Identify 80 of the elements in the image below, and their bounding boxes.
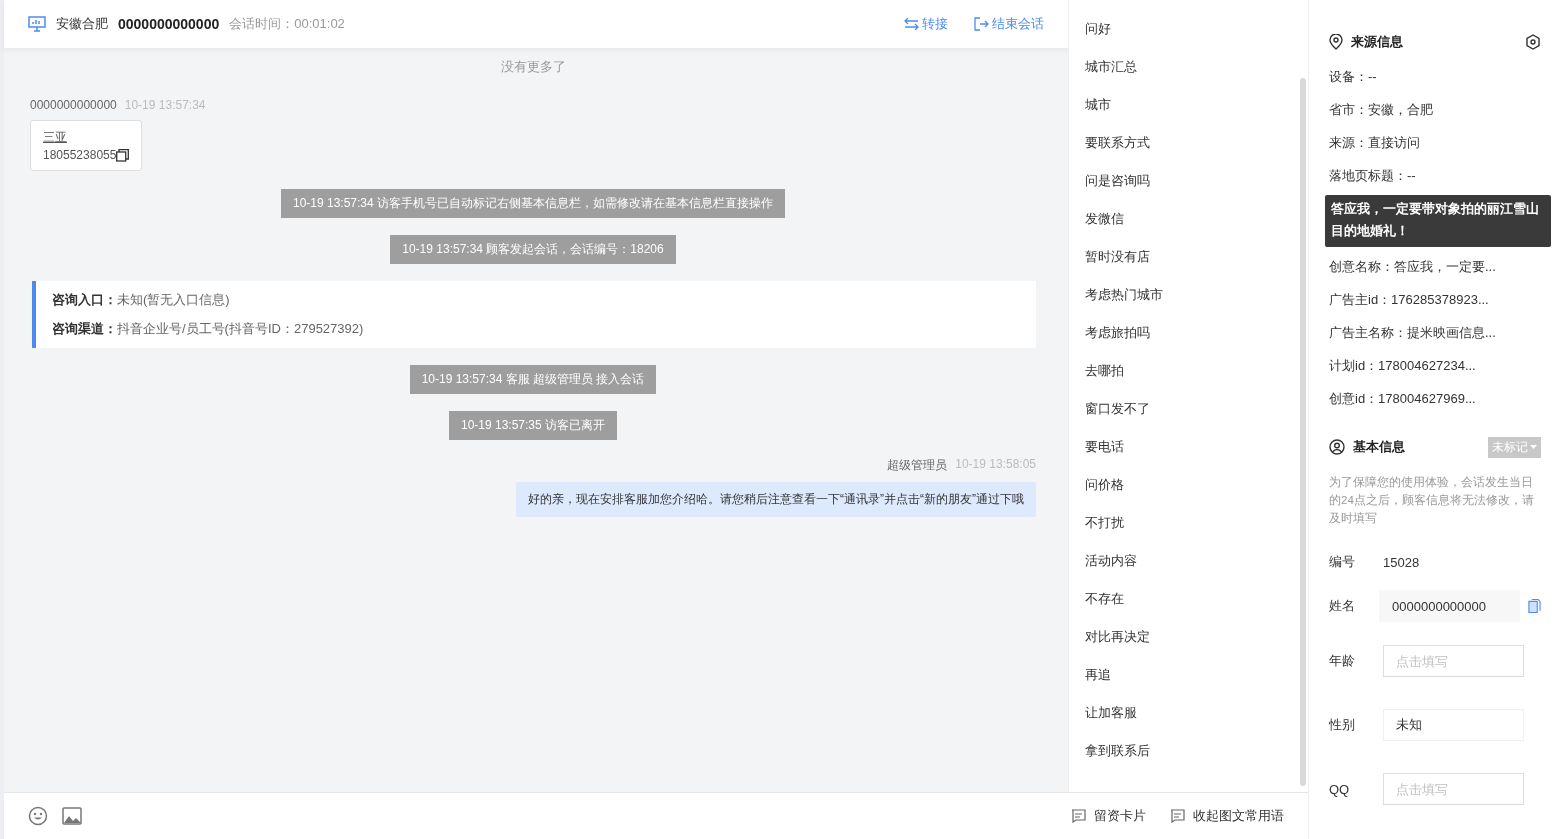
- source-info-row-text: 省市：安徽，合肥: [1329, 101, 1434, 119]
- quick-reply-item[interactable]: 不打扰: [1085, 506, 1292, 544]
- quick-reply-item[interactable]: 考虑热门城市: [1085, 278, 1292, 316]
- emoji-button[interactable]: [28, 806, 48, 826]
- system-notice: 10-19 13:57:34 访客手机号已自动标记右侧基本信息栏，如需修改请在基本信息栏直接操作: [280, 189, 786, 218]
- exit-icon: [974, 17, 989, 31]
- source-info-row-text: 创意名称：答应我，一定要...: [1329, 258, 1497, 276]
- monitor-icon: [28, 16, 46, 32]
- image-icon: [62, 807, 82, 825]
- swap-arrows-icon: [904, 18, 919, 30]
- system-notice: 10-19 13:57:34 客服 超级管理员 接入会话: [409, 365, 657, 394]
- source-info-row-text: 广告主id：176285378923...: [1329, 291, 1490, 309]
- system-notice: 10-19 13:57:35 访客已离开: [448, 411, 618, 440]
- name-field[interactable]: 0000000000000: [1379, 590, 1521, 622]
- quick-reply-item[interactable]: 问是咨询吗: [1085, 164, 1292, 202]
- message-icon: [1170, 809, 1185, 823]
- end-session-button[interactable]: 结束会话: [974, 15, 1044, 33]
- smiley-icon: [28, 806, 48, 826]
- visitor-id: 0000000000000: [118, 16, 220, 32]
- quick-reply-item[interactable]: 要电话: [1085, 430, 1292, 468]
- footer-action-button[interactable]: 留资卡片: [1071, 807, 1146, 825]
- quick-reply-item[interactable]: 再追: [1085, 658, 1292, 696]
- transfer-button[interactable]: 转接: [904, 15, 948, 33]
- message-time: 10-19 13:58:05: [955, 457, 1036, 473]
- field-label: 性别: [1329, 716, 1356, 734]
- quick-reply-item[interactable]: 活动内容: [1085, 544, 1292, 582]
- quick-reply-item[interactable]: 对比再决定: [1085, 620, 1292, 658]
- sender-name: 0000000000000: [30, 98, 117, 112]
- section-title: 来源信息: [1351, 33, 1403, 51]
- source-info-row-text: 创意id：178004627969...: [1329, 390, 1477, 408]
- entry-info-line: 咨询渠道：抖音企业号/员工号(抖音号ID：279527392): [52, 320, 365, 338]
- message-bubble: 好的亲，现在安排客服加您介绍哈。请您稍后注意查看一下“通讯录”并点击“新的朋友”通过下哦: [516, 482, 1036, 517]
- no-more-label: 没有更多了: [500, 58, 566, 76]
- input-field[interactable]: 点击填写: [1383, 645, 1524, 677]
- footer-action-button[interactable]: 收起图文常用语: [1170, 807, 1284, 825]
- input-field[interactable]: 点击填写: [1383, 773, 1524, 805]
- source-info-row-text: 广告主名称：提米映画信息...: [1329, 324, 1497, 342]
- entry-info-line: 咨询入口：未知(暂无入口信息): [52, 291, 231, 309]
- settings-button[interactable]: [1525, 34, 1541, 50]
- session-duration: 会话时间：00:01:02: [229, 15, 345, 33]
- quick-reply-item[interactable]: 考虑旅拍吗: [1085, 316, 1292, 354]
- section-title: 基本信息: [1353, 438, 1405, 456]
- image-button[interactable]: [62, 807, 82, 825]
- source-info-row-text: 落地页标题：--: [1329, 167, 1417, 185]
- quick-reply-item[interactable]: 拿到联系后: [1085, 734, 1292, 772]
- quick-reply-item[interactable]: 城市: [1085, 88, 1292, 126]
- system-notice: 10-19 13:57:34 顾客发起会话，会话编号：18206: [390, 235, 676, 264]
- location-pin-icon: [1329, 34, 1343, 50]
- field-label: QQ: [1329, 781, 1351, 797]
- quick-reply-item[interactable]: 发微信: [1085, 202, 1292, 240]
- visitor-location: 安徽合肥: [56, 15, 108, 33]
- quick-reply-item[interactable]: 不存在: [1085, 582, 1292, 620]
- message-icon: [1071, 809, 1086, 823]
- quick-reply-item[interactable]: 窗口发不了: [1085, 392, 1292, 430]
- settings-icon: [1525, 34, 1541, 50]
- quick-reply-item[interactable]: 暂时没有店: [1085, 240, 1292, 278]
- gender-select[interactable]: 未知: [1383, 709, 1524, 741]
- phone-number: 18055238055: [43, 148, 117, 162]
- source-info-row-text: 计划id：178004627234...: [1329, 357, 1477, 375]
- card-title: 三亚: [43, 129, 68, 146]
- quick-reply-item[interactable]: 去哪拍: [1085, 354, 1292, 392]
- field-label: 姓名: [1329, 597, 1356, 615]
- quick-reply-item[interactable]: 问好: [1085, 12, 1292, 50]
- caret-icon: [1530, 445, 1537, 449]
- field-label: 年龄: [1329, 652, 1356, 670]
- copy-icon: [1528, 598, 1541, 614]
- sender-name: 超级管理员: [887, 457, 948, 474]
- tooltip: 答应我，一定要带对象拍的丽江雪山 目的地婚礼！: [1325, 195, 1551, 247]
- user-circle-icon: [1329, 439, 1345, 455]
- field-label: 编号: [1329, 553, 1356, 571]
- field-value: 15028: [1383, 554, 1420, 570]
- quick-reply-item[interactable]: 要联系方式: [1085, 126, 1292, 164]
- quick-reply-item[interactable]: 问价格: [1085, 468, 1292, 506]
- copy-icon: [116, 148, 130, 162]
- source-info-row-text: 来源：直接访问: [1329, 134, 1421, 152]
- message-time: 10-19 13:57:34: [124, 98, 206, 112]
- notice-text: 为了保障您的使用体验，会话发生当日的24点之后，顾客信息将无法修改，请及时填写: [1329, 475, 1535, 526]
- source-info-row-text: 设备：--: [1329, 68, 1378, 86]
- quick-reply-item[interactable]: 让加客服: [1085, 696, 1292, 734]
- quick-reply-item[interactable]: 城市汇总: [1085, 50, 1292, 88]
